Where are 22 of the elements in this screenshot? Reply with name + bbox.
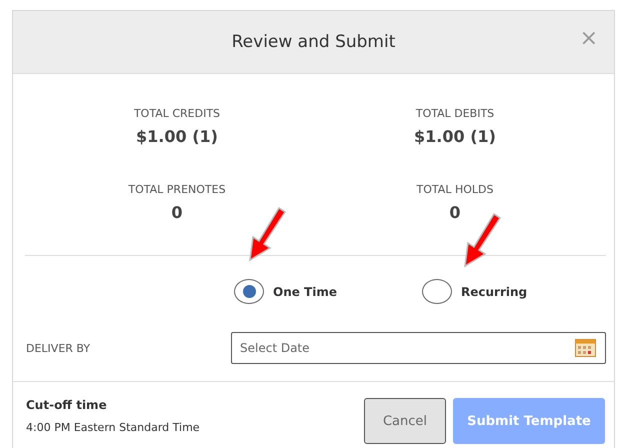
date-field[interactable]: Select Date: [231, 332, 606, 364]
radio-circle[interactable]: [234, 279, 264, 304]
close-button[interactable]: ×: [580, 27, 598, 51]
dialog-title: Review and Submit: [232, 32, 396, 52]
total-value: 0: [449, 203, 461, 222]
total-label: TOTAL DEBITS: [416, 107, 494, 122]
total-label: TOTAL CREDITS: [134, 107, 220, 122]
cutoff-title: Cut-off time: [26, 398, 108, 412]
total-value: $1.00 (1): [136, 127, 218, 146]
total-value: $1.00 (1): [414, 127, 496, 146]
total-label: TOTAL HOLDS: [416, 183, 494, 198]
total-value: 0: [171, 203, 183, 222]
arrow-drawing: [462, 212, 502, 268]
calendar-icon: [575, 339, 596, 357]
radio-circle[interactable]: [422, 279, 452, 304]
arrow-drawing: [247, 206, 287, 262]
total-label: TOTAL PRENOTES: [128, 183, 226, 198]
radio-option[interactable]: Recurring: [422, 279, 610, 304]
deliver-by-label: DELIVER BY: [26, 342, 92, 354]
radio-option[interactable]: One Time: [234, 279, 422, 304]
cancel-button[interactable]: Cancel: [364, 398, 446, 444]
cutoff-time: 4:00 PM Eastern Standard Time: [26, 421, 201, 434]
